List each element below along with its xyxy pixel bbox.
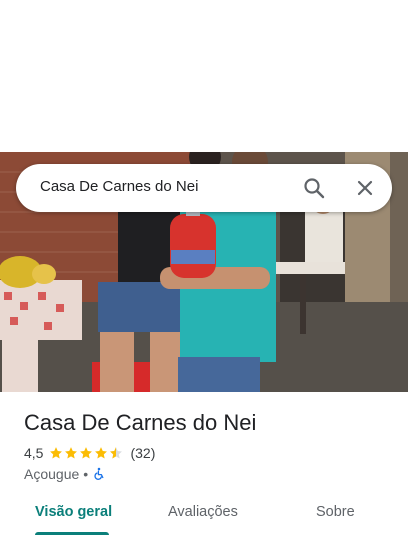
wheelchair-icon	[94, 467, 104, 480]
star-half-icon	[110, 447, 123, 459]
search-button[interactable]	[298, 172, 330, 204]
tab-overview[interactable]: Visão geral	[35, 504, 112, 520]
star-icon	[65, 447, 78, 459]
rating-value: 4,5	[24, 445, 44, 461]
separator-dot: •	[83, 466, 89, 482]
search-icon	[304, 178, 325, 199]
review-count: (32)	[130, 445, 156, 461]
tab-reviews[interactable]: Avaliações	[168, 504, 238, 520]
close-icon	[357, 180, 373, 196]
place-tabs: Visão geral Avaliações Sobre	[0, 492, 408, 536]
category-row: Açougue •	[24, 465, 106, 483]
place-info-panel: Casa De Carnes do Nei 4,5 (32) Açougue •…	[0, 392, 408, 544]
rating-row[interactable]: 4,5 (32)	[24, 444, 155, 462]
star-icon	[50, 447, 63, 459]
map-blank-area	[0, 0, 408, 152]
category-label: Açougue	[24, 466, 80, 482]
search-box[interactable]: Casa De Carnes do Nei	[16, 164, 392, 212]
active-tab-indicator	[35, 532, 109, 535]
star-rating	[49, 446, 124, 460]
search-query[interactable]: Casa De Carnes do Nei	[40, 178, 198, 195]
clear-search-button[interactable]	[349, 172, 381, 204]
star-icon	[95, 447, 108, 459]
tab-about[interactable]: Sobre	[316, 504, 355, 520]
place-title: Casa De Carnes do Nei	[24, 410, 257, 435]
star-icon	[80, 447, 93, 459]
